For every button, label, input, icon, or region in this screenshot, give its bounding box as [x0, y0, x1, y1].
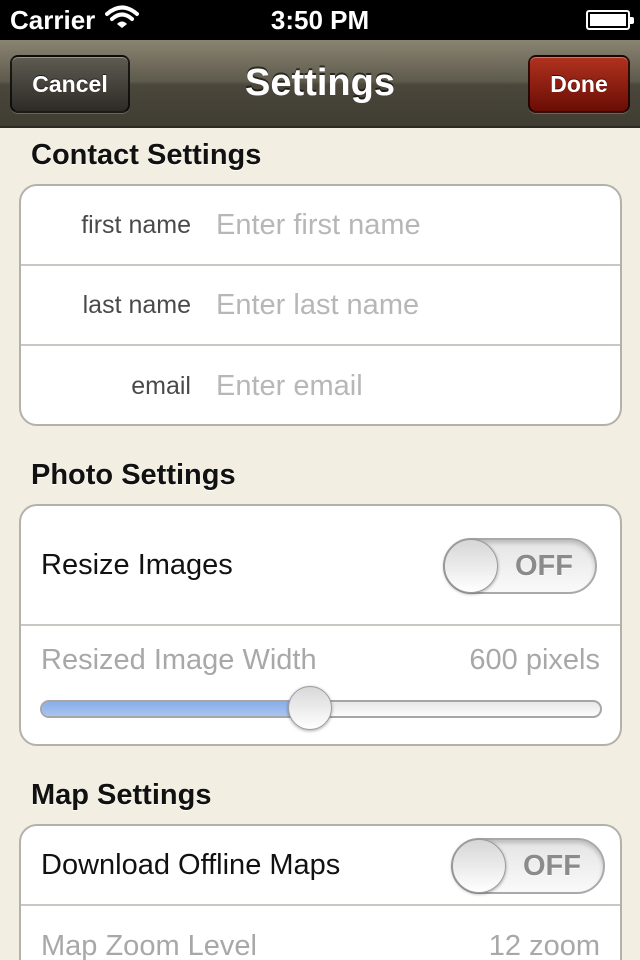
- done-button[interactable]: Done: [528, 55, 630, 113]
- last-name-label: last name: [82, 290, 191, 319]
- status-left: Carrier: [10, 4, 140, 36]
- last-name-row: last name: [21, 266, 620, 346]
- offline-maps-row: Download Offline Maps OFF: [21, 826, 620, 906]
- slider-fill: [42, 702, 310, 716]
- toggle-knob: [452, 839, 506, 893]
- carrier-label: Carrier: [10, 4, 96, 35]
- zoom-level-value: 12 zoom: [488, 929, 600, 960]
- email-input[interactable]: [216, 369, 596, 403]
- first-name-input[interactable]: [216, 208, 596, 242]
- email-row: email: [21, 346, 620, 424]
- last-name-input[interactable]: [216, 288, 596, 322]
- slider-thumb[interactable]: [287, 686, 332, 730]
- zoom-level-label: Map Zoom Level: [41, 929, 257, 960]
- offline-maps-label: Download Offline Maps: [41, 848, 341, 881]
- resize-images-toggle[interactable]: OFF: [443, 538, 597, 594]
- offline-maps-toggle[interactable]: OFF: [451, 838, 605, 894]
- first-name-row: first name: [21, 186, 620, 266]
- battery-icon: [586, 10, 634, 30]
- map-settings-header: Map Settings: [31, 779, 212, 811]
- contact-settings-group: first name last name email: [19, 184, 622, 426]
- resize-images-row: Resize Images OFF: [21, 506, 620, 626]
- navigation-bar: Settings Cancel Done: [0, 40, 640, 128]
- battery-fill: [590, 14, 626, 26]
- contact-settings-header: Contact Settings: [31, 139, 262, 171]
- status-bar: Carrier 3:50 PM: [0, 0, 640, 40]
- zoom-level-row: Map Zoom Level 12 zoom: [21, 906, 620, 960]
- toggle-state-label: OFF: [523, 849, 581, 882]
- toggle-state-label: OFF: [515, 549, 573, 582]
- image-width-value: 600 pixels: [469, 644, 600, 676]
- first-name-label: first name: [81, 210, 191, 239]
- wifi-icon: [105, 5, 140, 36]
- photo-settings-header: Photo Settings: [31, 459, 236, 491]
- map-settings-group: Download Offline Maps OFF Map Zoom Level…: [19, 824, 622, 960]
- cancel-button[interactable]: Cancel: [10, 55, 130, 113]
- toggle-knob: [444, 539, 498, 593]
- email-label: email: [131, 371, 191, 400]
- image-width-label: Resized Image Width: [41, 644, 317, 676]
- resize-images-label: Resize Images: [41, 548, 233, 581]
